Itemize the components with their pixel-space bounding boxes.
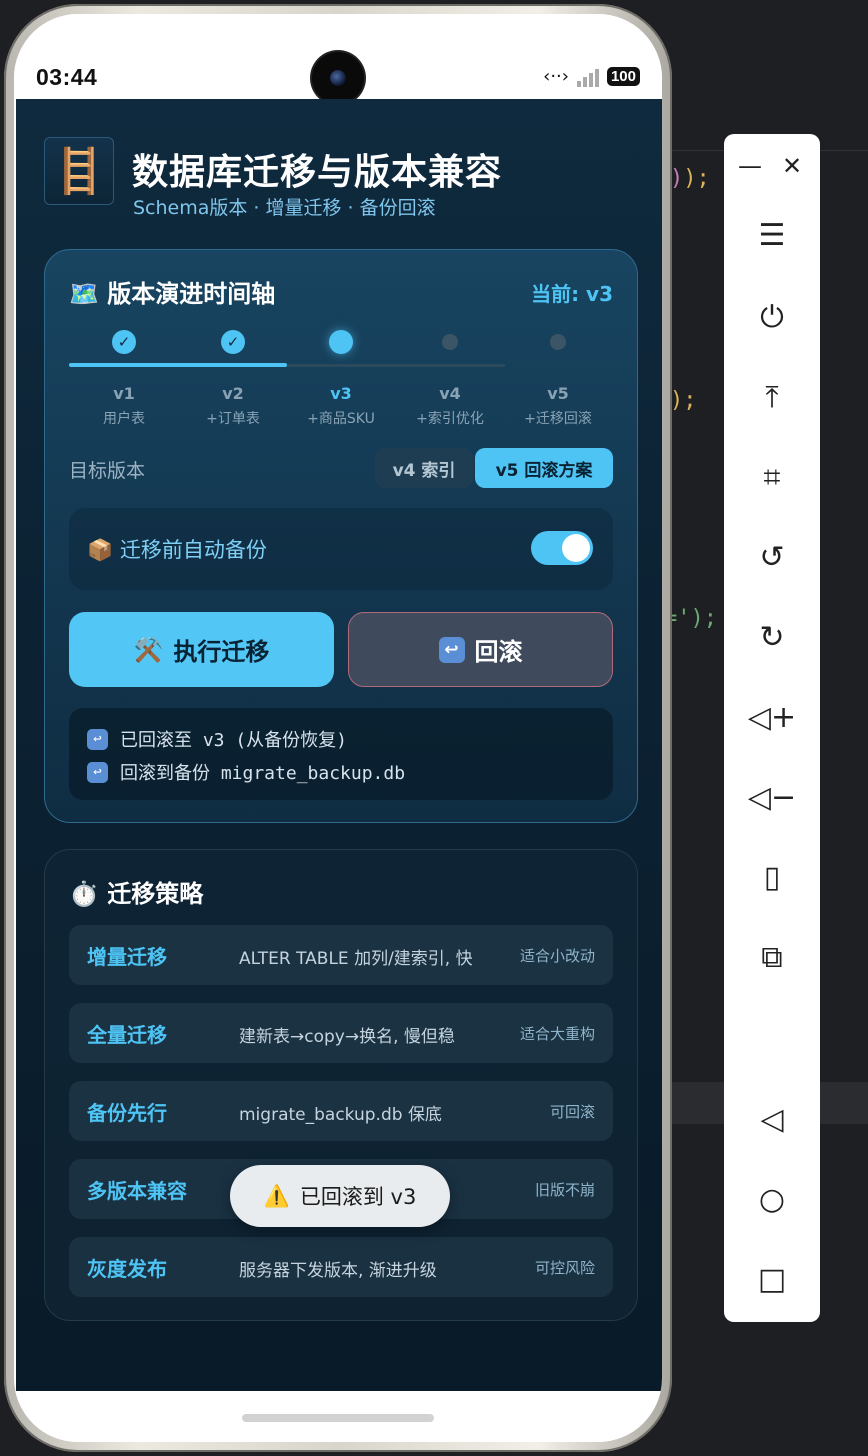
home-indicator[interactable] (242, 1414, 434, 1422)
crop-icon[interactable]: ⌗ (724, 460, 820, 495)
step-desc: +迁移回滚 (524, 411, 592, 427)
strategy-title: ⏱️ 迁移策略 (69, 880, 204, 908)
rotate-left-icon[interactable]: ↺ (724, 540, 820, 575)
timeline-card: 🗺️ 版本演进时间轴 当前: v3 ✓ ✓ v1 用户表 v2 +订单表 v3 … (44, 249, 638, 823)
toggle-knob (562, 534, 590, 562)
auto-backup-row: 📦 迁移前自动备份 (69, 508, 613, 590)
strategy-name: 全量迁移 (87, 1023, 167, 1047)
strategy-desc: ALTER TABLE 加列/建索引, 快 (239, 949, 473, 969)
strategy-name: 备份先行 (87, 1101, 167, 1125)
strategy-tag: 适合大重构 (519, 1025, 595, 1043)
phone-frame: 03:44 ‹··› 100 🪜 数据库迁移与版本兼容 Schema版本 · 增… (4, 4, 672, 1452)
return-arrow-icon: ↩ (438, 636, 465, 663)
strategy-desc: 建新表→copy→换名, 慢但稳 (239, 1027, 455, 1047)
strategy-row[interactable]: 备份先行 migrate_backup.db 保底 可回滚 (69, 1081, 613, 1141)
page-subtitle: Schema版本 · 增量迁移 · 备份回滚 (133, 197, 436, 219)
target-option-v5[interactable]: v5 回滚方案 (475, 448, 613, 488)
overview-icon[interactable]: □ (724, 1262, 820, 1297)
strategy-name: 多版本兼容 (87, 1179, 187, 1203)
power-icon[interactable]: ⏻ (724, 300, 820, 335)
rollback-label: 回滚 (474, 638, 523, 666)
battery-icon: 100 (606, 67, 640, 86)
step-node-v1[interactable]: ✓ (112, 330, 136, 354)
ladder-icon: 🪜 (44, 137, 114, 205)
strategy-tag: 适合小改动 (519, 947, 595, 965)
volume-up-icon[interactable]: ◁+ (724, 700, 820, 735)
rollback-button[interactable]: ↩ 回滚 (348, 612, 613, 687)
strategy-desc: 服务器下发版本, 渐进升级 (239, 1261, 437, 1281)
code-fragment: ); (670, 388, 697, 413)
strategy-row[interactable]: 全量迁移 建新表→copy→换名, 慢但稳 适合大重构 (69, 1003, 613, 1063)
step-node-v5[interactable] (550, 334, 566, 350)
log-text: 回滚到备份 migrate_backup.db (120, 763, 406, 784)
step-version: v1 (113, 384, 135, 403)
strategy-row[interactable]: 增量迁移 ALTER TABLE 加列/建索引, 快 适合小改动 (69, 925, 613, 985)
target-version-label: 目标版本 (69, 460, 146, 482)
migration-log: ↩ 已回滚至 v3 (从备份恢复) ↩ 回滚到备份 migrate_backup… (69, 708, 613, 800)
code-fragment: )); (670, 166, 710, 191)
step-version: v4 (439, 384, 461, 403)
current-version: 当前: v3 (531, 282, 613, 306)
status-icons: ‹··› 100 (543, 66, 640, 87)
upload-icon[interactable]: ⤒ (724, 380, 820, 415)
close-icon[interactable]: ✕ (782, 152, 802, 180)
timeline-progress (69, 363, 287, 367)
strategy-name: 灰度发布 (87, 1257, 167, 1281)
toast-notification: ⚠️ 已回滚到 v3 (230, 1165, 450, 1227)
toast-text: 已回滚到 v3 (299, 1185, 417, 1209)
strategy-desc: migrate_backup.db 保底 (239, 1105, 442, 1125)
step-version: v2 (222, 384, 244, 403)
step-version: v3 (330, 384, 352, 403)
volume-down-icon[interactable]: ◁− (724, 780, 820, 815)
hammer-pick-icon: ⚒️ (133, 635, 164, 664)
front-camera (312, 52, 364, 104)
strategy-tag: 旧版不崩 (534, 1181, 595, 1199)
run-migration-label: 执行迁移 (173, 638, 270, 666)
back-icon[interactable]: ◁ (724, 1102, 820, 1137)
menu-icon[interactable]: ☰ (724, 218, 820, 253)
step-desc: +商品SKU (307, 411, 375, 427)
step-node-v4[interactable] (442, 334, 458, 350)
step-node-v2[interactable]: ✓ (221, 330, 245, 354)
step-node-v3[interactable] (329, 330, 353, 354)
status-time: 03:44 (36, 64, 98, 90)
timeline-title: 🗺️ 版本演进时间轴 (69, 280, 276, 308)
phone-screen: 03:44 ‹··› 100 🪜 数据库迁移与版本兼容 Schema版本 · 增… (14, 14, 662, 1442)
step-desc: +订单表 (206, 411, 260, 427)
app-content[interactable]: 🪜 数据库迁移与版本兼容 Schema版本 · 增量迁移 · 备份回滚 🗺️ 版… (16, 99, 662, 1391)
step-version: v5 (547, 384, 569, 403)
shake-icon[interactable]: ▯ (724, 860, 820, 895)
device-switch-icon[interactable]: ⧉ (724, 940, 820, 975)
strategy-tag: 可回滚 (549, 1103, 595, 1121)
data-transfer-icon: ‹··› (543, 66, 569, 87)
check-icon: ✓ (117, 333, 131, 351)
auto-backup-toggle[interactable] (531, 531, 593, 565)
target-option-v4[interactable]: v4 索引 (375, 448, 473, 488)
check-icon: ✓ (226, 333, 240, 351)
minimize-icon[interactable]: — (738, 152, 762, 180)
status-bar: 03:44 ‹··› 100 (14, 14, 662, 104)
warning-icon: ⚠️ (263, 1183, 290, 1208)
strategy-row[interactable]: 灰度发布 服务器下发版本, 渐进升级 可控风险 (69, 1237, 613, 1297)
log-entry: ↩ 回滚到备份 migrate_backup.db (87, 759, 405, 785)
step-desc: +索引优化 (416, 411, 484, 427)
return-arrow-icon: ↩ (87, 761, 108, 783)
strategy-tag: 可控风险 (534, 1259, 595, 1277)
log-entry: ↩ 已回滚至 v3 (从备份恢复) (87, 726, 347, 752)
log-text: 已回滚至 v3 (从备份恢复) (120, 730, 348, 751)
strategy-name: 增量迁移 (87, 945, 167, 969)
home-icon[interactable]: ○ (724, 1182, 820, 1217)
step-desc: 用户表 (103, 411, 145, 427)
auto-backup-label: 📦 迁移前自动备份 (87, 538, 267, 562)
run-migration-button[interactable]: ⚒️ 执行迁移 (69, 612, 334, 687)
rotate-right-icon[interactable]: ↻ (724, 620, 820, 655)
page-title: 数据库迁移与版本兼容 (132, 152, 503, 193)
signal-icon (576, 67, 599, 87)
emulator-toolbar: — ✕ ☰ ⏻ ⤒ ⌗ ↺ ↻ ◁+ ◁− ▯ ⧉ ◁ ○ □ (724, 134, 820, 1322)
return-arrow-icon: ↩ (87, 728, 108, 750)
strategy-card: ⏱️ 迁移策略 增量迁移 ALTER TABLE 加列/建索引, 快 适合小改动… (44, 849, 638, 1321)
